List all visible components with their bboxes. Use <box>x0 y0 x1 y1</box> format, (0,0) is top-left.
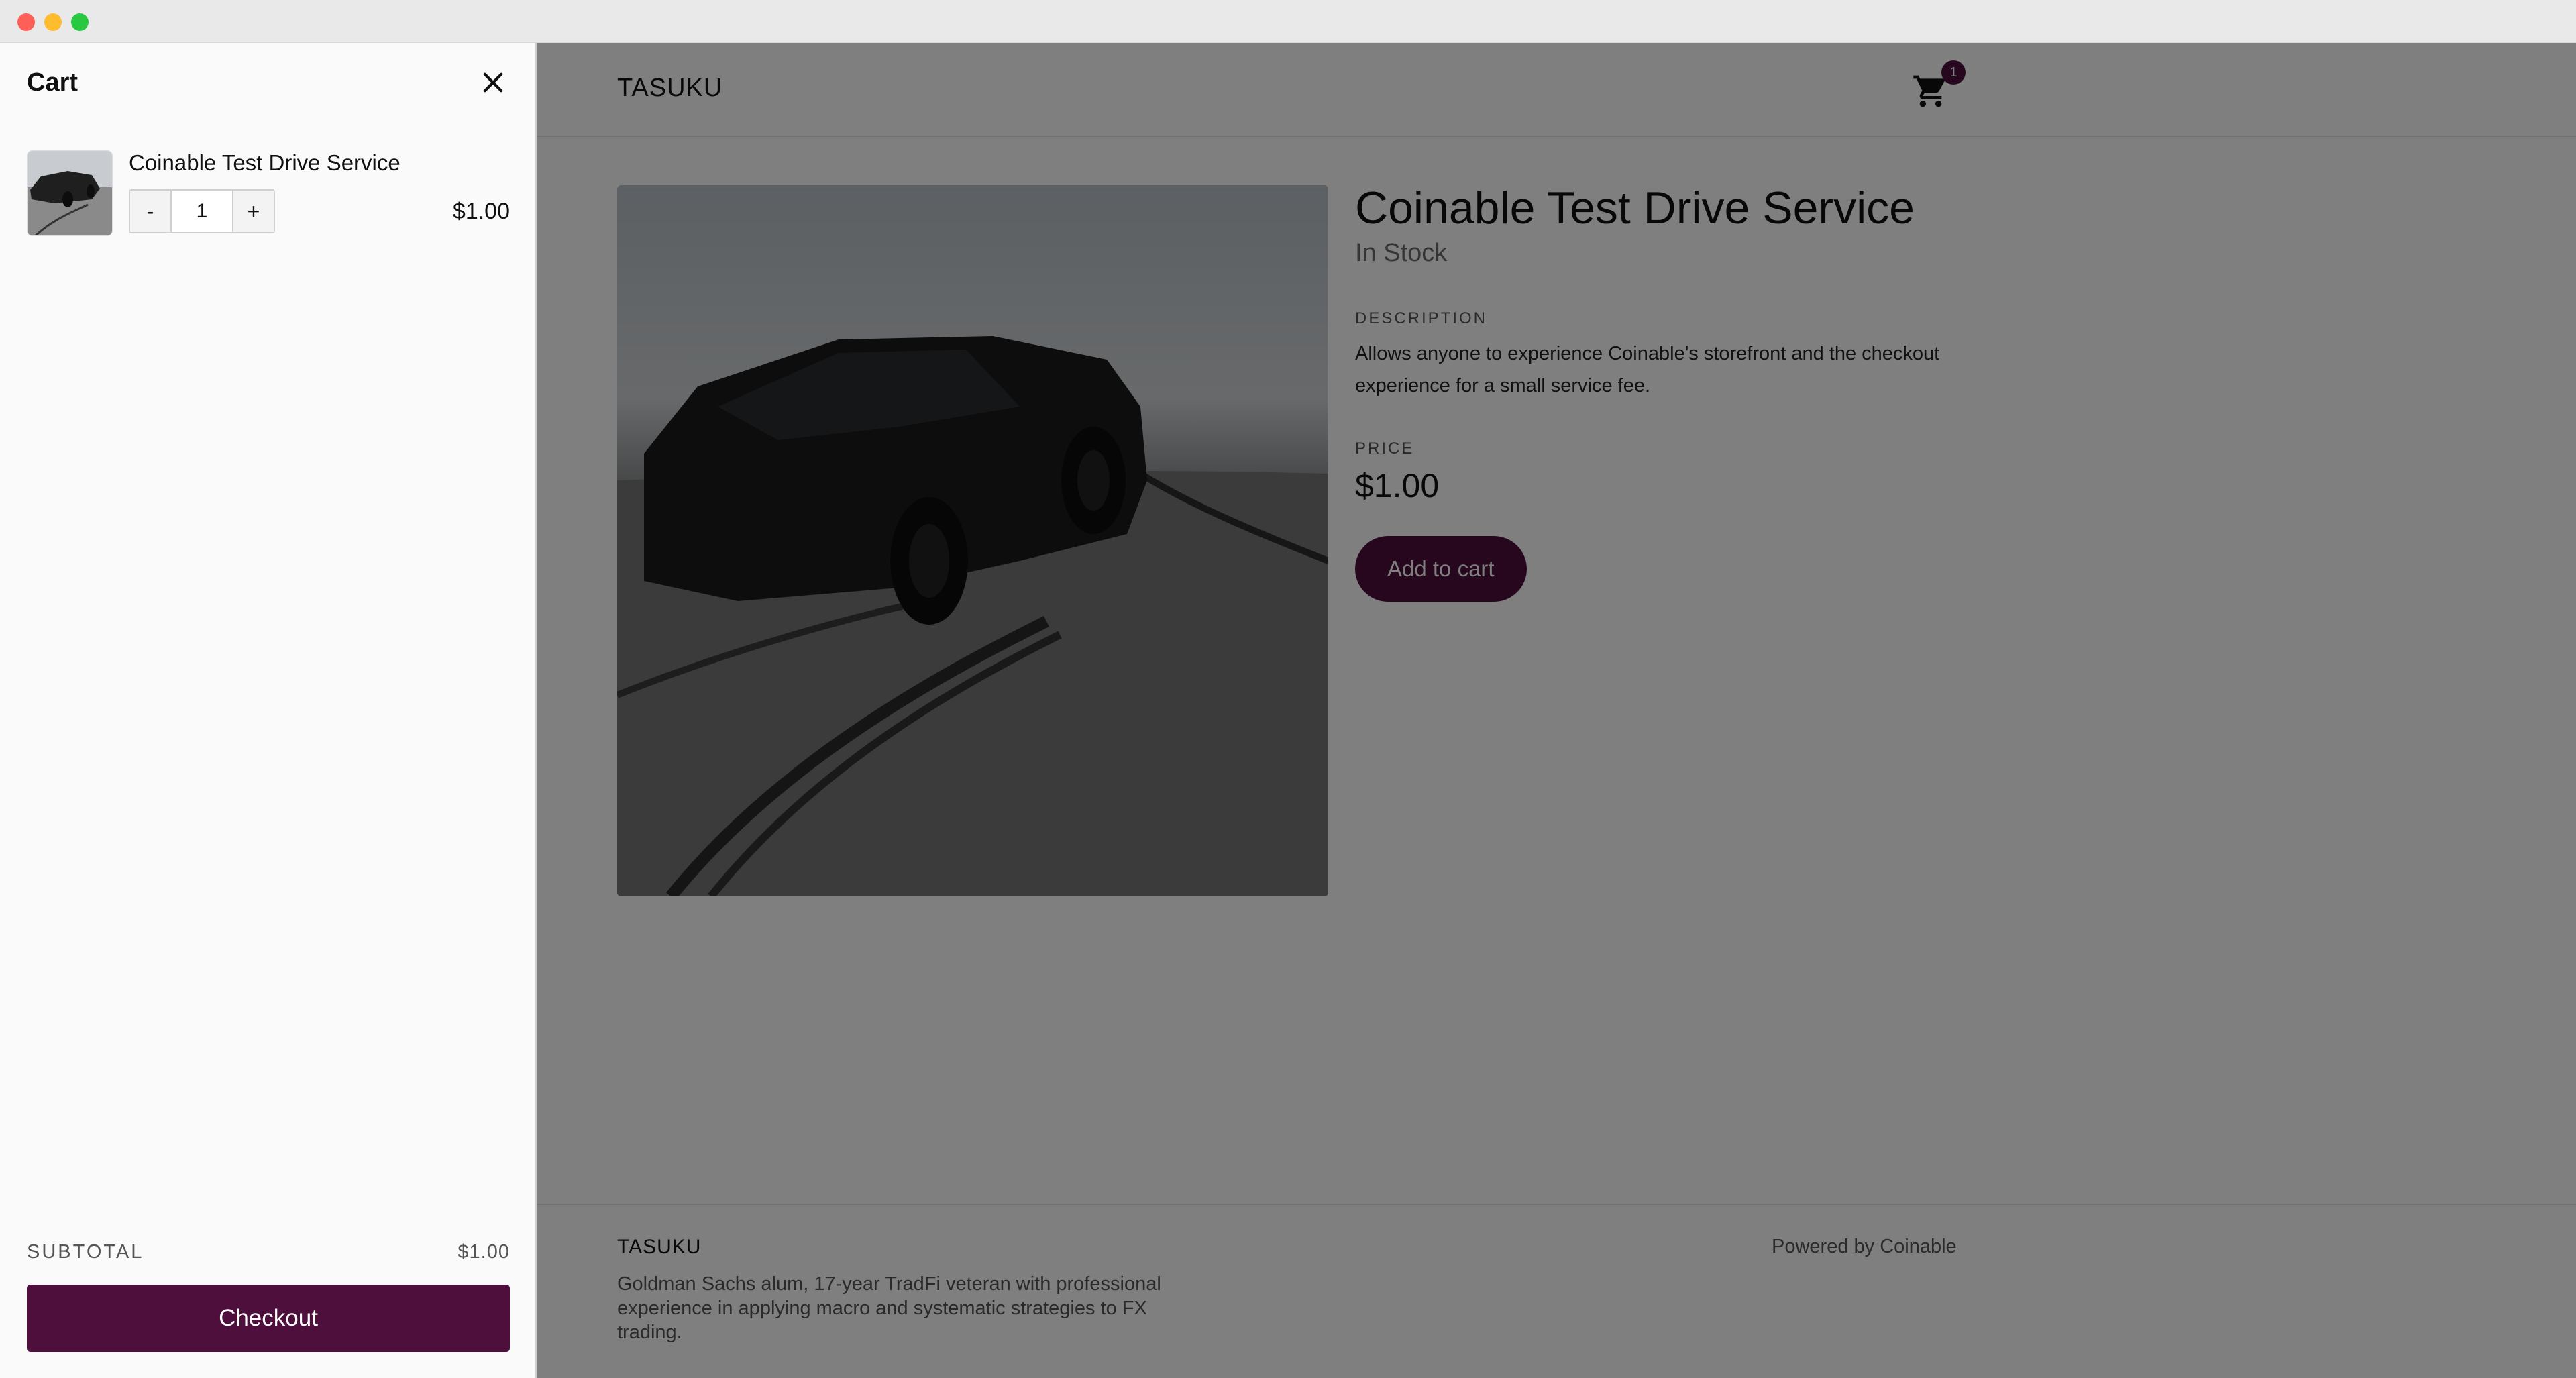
modal-overlay[interactable] <box>537 43 2576 1378</box>
cart-item-price: $1.00 <box>452 199 510 224</box>
quantity-stepper: - 1 + <box>129 189 275 233</box>
checkout-button[interactable]: Checkout <box>27 1285 510 1352</box>
subtotal-label: SUBTOTAL <box>27 1241 144 1263</box>
decrease-quantity-button[interactable]: - <box>130 191 172 232</box>
cart-title: Cart <box>27 68 78 97</box>
increase-quantity-button[interactable]: + <box>232 191 274 232</box>
cart-item-thumbnail <box>27 150 113 236</box>
window-titlebar <box>0 0 2576 43</box>
subtotal-value: $1.00 <box>458 1241 510 1263</box>
close-cart-button[interactable] <box>479 68 507 97</box>
window-minimize-button[interactable] <box>44 13 62 31</box>
quantity-input[interactable]: 1 <box>172 191 232 232</box>
window-close-button[interactable] <box>17 13 35 31</box>
cart-drawer: Cart Coinable Test Drive Service - 1 + $… <box>0 43 537 1378</box>
close-icon <box>483 72 503 93</box>
window-zoom-button[interactable] <box>71 13 89 31</box>
cart-item-name: Coinable Test Drive Service <box>129 150 400 175</box>
